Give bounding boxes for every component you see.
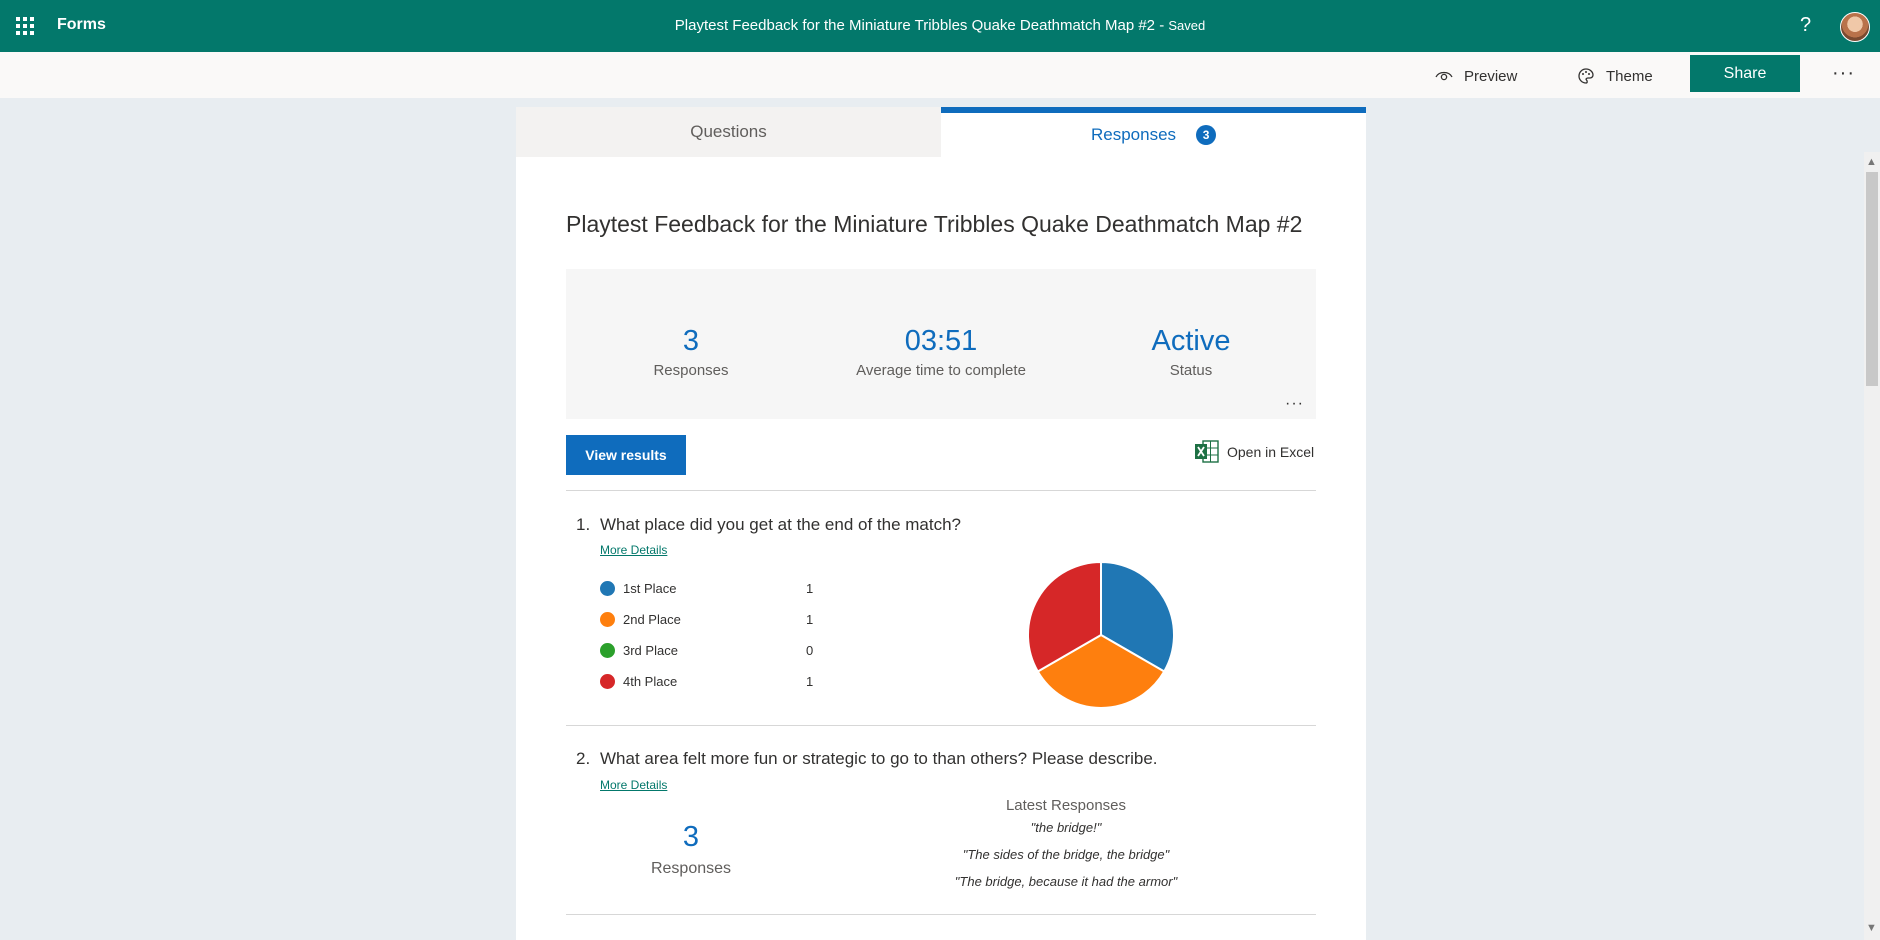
stat-responses: 3 Responses bbox=[566, 325, 816, 379]
legend-label: 1st Place bbox=[623, 580, 677, 596]
tab-responses-label: Responses bbox=[1090, 125, 1177, 144]
latest-response: "The bridge, because it had the armor" bbox=[954, 874, 1178, 889]
stat-status: Active Status bbox=[1066, 325, 1316, 379]
responses-card: Playtest Feedback for the Miniature Trib… bbox=[516, 157, 1366, 940]
command-bar: Preview Theme Share ··· bbox=[0, 52, 1880, 98]
stat-responses-label: Responses bbox=[653, 362, 729, 379]
question-1-text: What place did you get at the end of the… bbox=[600, 515, 962, 534]
divider bbox=[566, 490, 1316, 491]
open-in-excel-label: Open in Excel bbox=[1227, 443, 1315, 460]
summary-stats: 3 Responses 03:51 Average time to comple… bbox=[566, 269, 1316, 419]
question-1-pie-chart bbox=[1027, 560, 1175, 709]
legend-label: 3rd Place bbox=[623, 642, 678, 658]
latest-response: "The sides of the bridge, the bridge" bbox=[962, 847, 1170, 862]
legend-label: 4th Place bbox=[623, 673, 678, 689]
eye-icon bbox=[1435, 71, 1453, 81]
latest-responses: Latest Responses "the bridge!" "The side… bbox=[896, 797, 1236, 889]
stats-more-icon[interactable]: ··· bbox=[1285, 395, 1304, 413]
tab-bar: Questions Responses 3 bbox=[516, 107, 1366, 157]
open-in-excel-button[interactable]: Open in Excel bbox=[1194, 439, 1314, 464]
legend-dot bbox=[600, 642, 615, 658]
legend-item: 4th Place 1 bbox=[600, 671, 813, 691]
response-count-label: Responses bbox=[650, 860, 732, 877]
question-2-number: 2. bbox=[576, 749, 591, 768]
stat-status-value: Active bbox=[1151, 325, 1231, 357]
excel-icon bbox=[1195, 440, 1219, 463]
legend-count: 0 bbox=[806, 642, 814, 658]
legend-dot bbox=[600, 611, 615, 627]
share-button[interactable]: Share bbox=[1690, 55, 1800, 92]
question-2-text: What area felt more fun or strategic to … bbox=[600, 749, 1158, 768]
scroll-up-arrow-icon[interactable]: ▲ bbox=[1866, 156, 1877, 168]
theme-label: Theme bbox=[1606, 67, 1653, 85]
question-1-number: 1. bbox=[576, 515, 591, 534]
legend-item: 3rd Place 0 bbox=[600, 640, 813, 660]
view-results-button[interactable]: View results bbox=[566, 435, 686, 475]
header-form-title: Playtest Feedback for the Miniature Trib… bbox=[674, 17, 1156, 34]
question-2-more-details-link[interactable]: More Details bbox=[600, 778, 667, 792]
question-2-title: 2. What area felt more fun or strategic t… bbox=[576, 749, 1158, 769]
scroll-down-arrow-icon[interactable]: ▼ bbox=[1866, 922, 1877, 934]
form-title: Playtest Feedback for the Miniature Trib… bbox=[566, 211, 1303, 237]
tab-questions-label: Questions bbox=[690, 122, 767, 141]
scrollbar-thumb[interactable] bbox=[1866, 172, 1878, 386]
question-1-more-details-link[interactable]: More Details bbox=[600, 543, 667, 557]
latest-responses-heading: Latest Responses bbox=[1005, 797, 1127, 814]
stat-status-label: Status bbox=[1169, 362, 1213, 379]
top-bar: Forms Playtest Feedback for the Miniatur… bbox=[0, 0, 1880, 52]
theme-button[interactable]: Theme bbox=[1576, 66, 1653, 86]
latest-response: "the bridge!" bbox=[1030, 820, 1102, 835]
question-1-title: 1. What place did you get at the end of t… bbox=[576, 515, 961, 535]
divider bbox=[566, 725, 1316, 726]
tab-questions[interactable]: Questions bbox=[516, 107, 941, 157]
header-title: Playtest Feedback for the Miniature Trib… bbox=[674, 17, 1206, 34]
stat-avg-time: 03:51 Average time to complete bbox=[816, 325, 1066, 379]
save-status: Saved bbox=[1168, 18, 1206, 33]
legend-count: 1 bbox=[806, 673, 814, 689]
stat-avg-time-label: Average time to complete bbox=[856, 362, 1026, 379]
divider bbox=[566, 914, 1316, 915]
legend-count: 1 bbox=[806, 580, 814, 596]
legend-dot bbox=[600, 673, 615, 689]
preview-button[interactable]: Preview bbox=[1434, 66, 1517, 86]
question-2-response-count: 3 Responses bbox=[566, 821, 816, 878]
stat-responses-value: 3 bbox=[682, 325, 700, 357]
stat-avg-time-value: 03:51 bbox=[904, 325, 978, 357]
legend-item: 2nd Place 1 bbox=[600, 609, 813, 629]
help-icon[interactable]: ? bbox=[1800, 14, 1811, 37]
palette-icon bbox=[1578, 68, 1594, 84]
preview-label: Preview bbox=[1464, 67, 1518, 85]
legend-count: 1 bbox=[806, 611, 814, 627]
more-options-icon[interactable]: ··· bbox=[1832, 62, 1855, 85]
avatar[interactable] bbox=[1840, 12, 1870, 42]
legend-dot bbox=[600, 580, 615, 596]
tab-responses[interactable]: Responses 3 bbox=[941, 107, 1366, 157]
legend-label: 2nd Place bbox=[623, 611, 681, 627]
response-count-value: 3 bbox=[682, 821, 700, 853]
responses-count-badge: 3 bbox=[1196, 125, 1217, 145]
legend-item: 1st Place 1 bbox=[600, 578, 813, 598]
